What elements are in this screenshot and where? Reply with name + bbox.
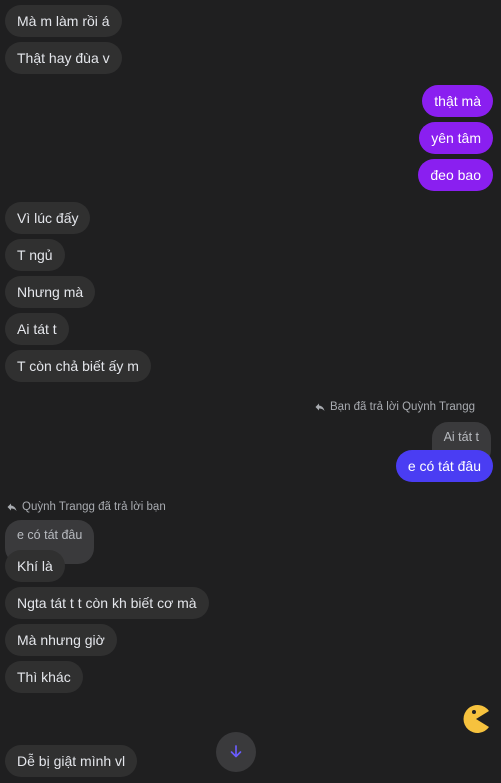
message-outgoing[interactable]: thật mà (422, 85, 493, 117)
message-incoming[interactable]: Vì lúc đấy (5, 202, 91, 234)
message-incoming[interactable]: Khí là (5, 550, 65, 582)
reply-arrow-icon (7, 503, 17, 511)
message-incoming[interactable]: Thật hay đùa v (5, 42, 122, 74)
pacman-sticker-icon[interactable] (461, 704, 491, 734)
message-incoming[interactable]: Ngta tát t t còn kh biết cơ mà (5, 587, 209, 619)
arrow-down-icon (230, 745, 242, 758)
message-incoming[interactable]: Thì khác (5, 661, 83, 693)
message-incoming[interactable]: Ai tát t (5, 313, 69, 345)
message-outgoing[interactable]: yên tâm (419, 122, 493, 154)
scroll-to-bottom-button[interactable] (216, 732, 256, 772)
message-incoming[interactable]: Nhưng mà (5, 276, 96, 308)
reply-hint: Bạn đã trả lời Quỳnh Trangg (314, 401, 475, 413)
reply-hint-text: Quỳnh Trangg đã trả lời bạn (22, 501, 166, 513)
message-incoming[interactable]: T ngủ (5, 239, 65, 271)
reply-hint: Quỳnh Trangg đã trả lời bạn (6, 501, 166, 513)
reply-arrow-icon (315, 403, 325, 411)
message-incoming[interactable]: Mà nhưng giờ (5, 624, 117, 656)
message-outgoing[interactable]: đeo bao (418, 159, 493, 191)
reply-hint-text: Bạn đã trả lời Quỳnh Trangg (330, 401, 475, 413)
message-incoming[interactable]: Dễ bị giật mình vl (5, 745, 138, 777)
message-incoming[interactable]: Mà m làm rồi á (5, 5, 122, 37)
message-incoming[interactable]: T còn chả biết ấy m (5, 350, 151, 382)
message-outgoing[interactable]: e có tát đâu (395, 450, 493, 482)
